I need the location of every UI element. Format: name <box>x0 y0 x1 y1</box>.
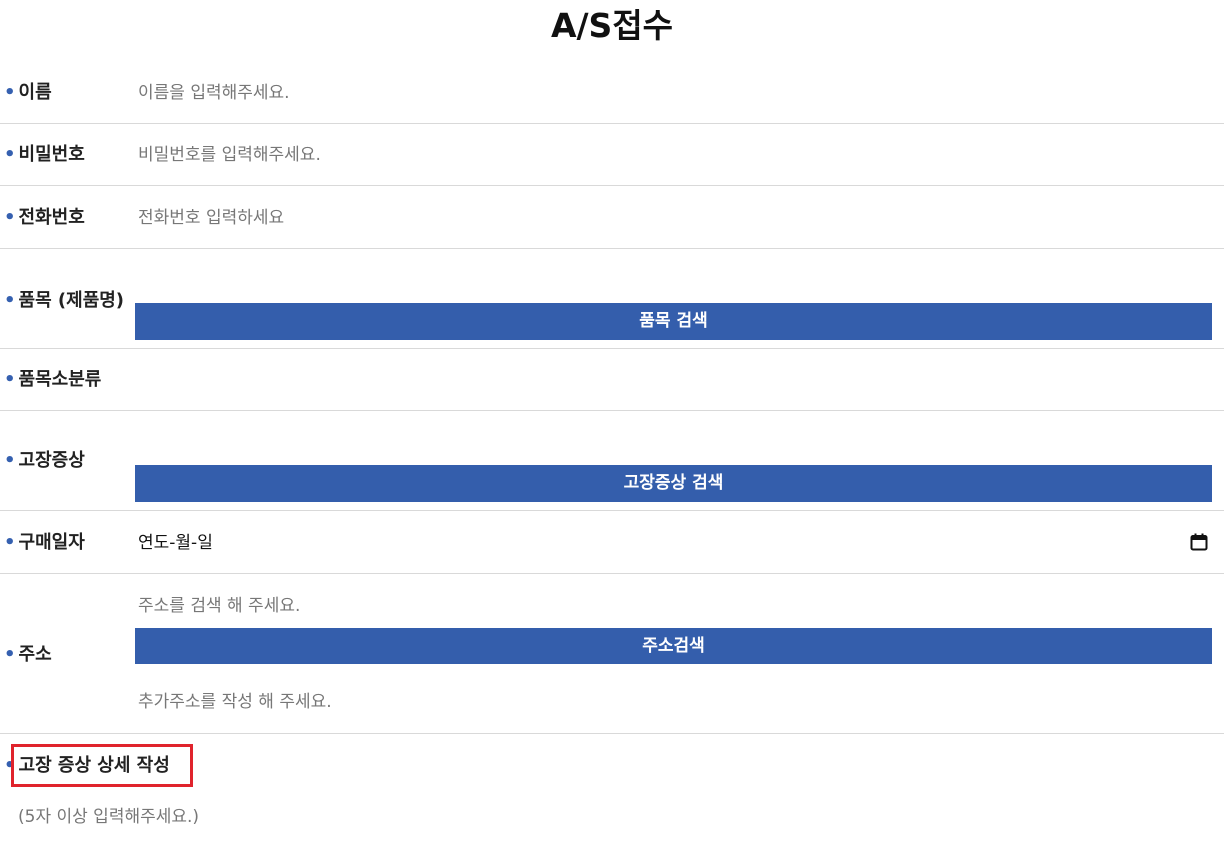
address-row: •주소 주소검색 <box>0 574 1224 734</box>
phone-row: • 전화번호 <box>0 186 1224 249</box>
password-label-text: 비밀번호 <box>18 144 85 165</box>
subcategory-value[interactable] <box>138 365 1212 395</box>
subcategory-label-text: 품목소분류 <box>18 369 102 390</box>
product-label: • 품목 (제품명) <box>4 289 124 313</box>
address-label-text: 주소 <box>18 644 52 665</box>
purchase-date-label: • 구매일자 <box>4 531 85 555</box>
product-row: • 품목 (제품명) 품목 검색 <box>0 249 1224 349</box>
address-label: • 주소 <box>4 643 52 667</box>
bullet: • <box>4 207 16 228</box>
purchase-date-label-text: 구매일자 <box>18 532 85 553</box>
symptom-label: • 고장증상 <box>4 449 85 473</box>
password-row: • 비밀번호 <box>0 124 1224 186</box>
phone-label: • 전화번호 <box>4 206 85 230</box>
bullet: • <box>4 644 16 665</box>
phone-input[interactable] <box>138 203 1212 233</box>
purchase-date-row: • 구매일자 연도-월-일 <box>0 511 1224 574</box>
subcategory-row: • 품목소분류 <box>0 349 1224 411</box>
bullet: • <box>4 82 16 103</box>
bullet: • <box>4 532 16 553</box>
bullet: • <box>4 450 16 471</box>
name-input[interactable] <box>138 78 1212 108</box>
symptom-label-text: 고장증상 <box>18 450 85 471</box>
address-search-button[interactable]: 주소검색 <box>135 628 1212 664</box>
subcategory-label: • 품목소분류 <box>4 368 101 392</box>
product-label-text: 품목 (제품명) <box>18 290 125 311</box>
highlight-box <box>11 744 193 787</box>
bullet: • <box>4 290 16 311</box>
bullet: • <box>4 369 16 390</box>
calendar-icon[interactable] <box>1190 533 1208 551</box>
bullet: • <box>4 144 16 165</box>
address-input[interactable] <box>138 591 1212 621</box>
password-label: • 비밀번호 <box>4 143 85 167</box>
name-label-text: 이름 <box>18 82 52 103</box>
password-input[interactable] <box>138 140 1212 170</box>
product-search-button[interactable]: 품목 검색 <box>135 303 1212 340</box>
symptom-row: • 고장증상 고장증상 검색 <box>0 411 1224 511</box>
name-row: • 이름 <box>0 62 1224 124</box>
purchase-date-input[interactable]: 연도-월-일 <box>138 528 213 558</box>
address-extra-input[interactable] <box>138 687 1212 717</box>
detail-hint: (5자 이상 입력해주세요.) <box>18 807 200 827</box>
page-title: A/S접수 <box>550 6 674 45</box>
symptom-search-button[interactable]: 고장증상 검색 <box>135 465 1212 502</box>
name-label: • 이름 <box>4 81 52 105</box>
phone-label-text: 전화번호 <box>18 207 85 228</box>
